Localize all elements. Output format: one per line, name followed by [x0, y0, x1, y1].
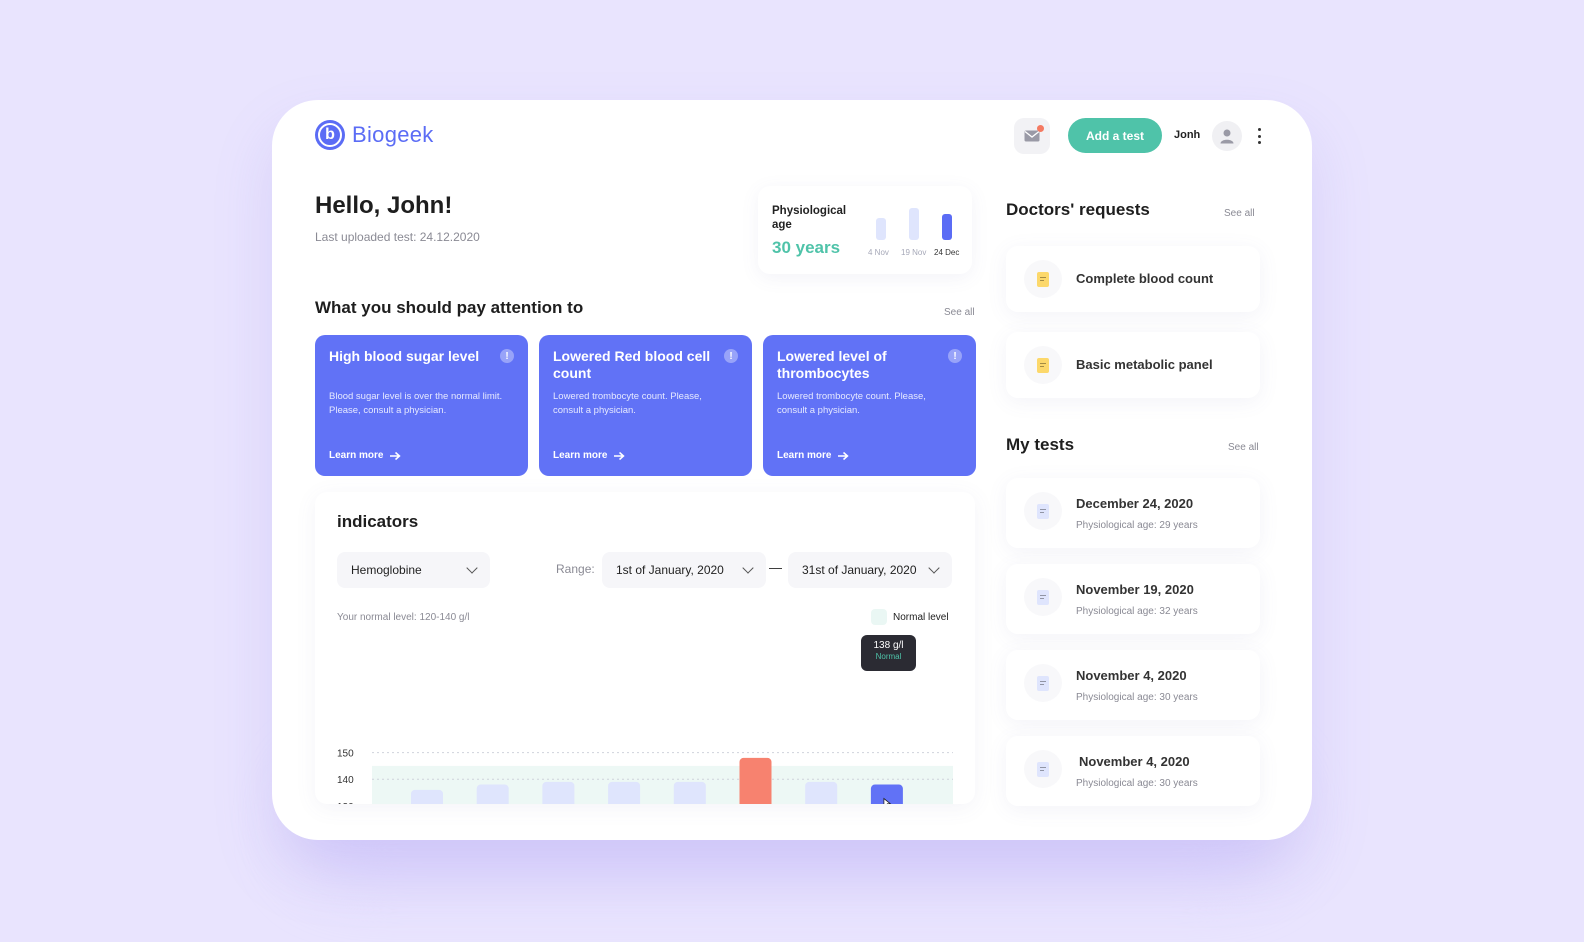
test-item[interactable]: December 24, 2020 Physiological age: 29 … [1006, 478, 1260, 548]
alert-card[interactable]: Lowered Red blood cell count ! Lowered t… [539, 335, 752, 476]
chart-bar[interactable] [805, 781, 838, 804]
document-icon [1024, 492, 1062, 530]
alert-title: Lowered Red blood cell count [553, 348, 711, 381]
last-uploaded-text: Last uploaded test: 24.12.2020 [315, 230, 480, 244]
request-item[interactable]: Complete blood count [1006, 246, 1260, 312]
phys-age-bar-label: 4 Nov [868, 248, 889, 257]
my-tests-see-all-link[interactable]: See all [1228, 442, 1259, 453]
mail-icon [1024, 130, 1040, 142]
test-date: November 4, 2020 [1079, 754, 1190, 769]
alert-title: High blood sugar level [329, 348, 480, 364]
brand-name: Biogeek [352, 122, 434, 147]
requests-see-all-link[interactable]: See all [1224, 208, 1255, 219]
physiological-age-label: Physiological age [772, 205, 847, 231]
alert-description: Blood sugar level is over the normal lim… [329, 391, 503, 416]
arrow-right-icon [838, 451, 850, 460]
learn-more-label: Learn more [553, 450, 608, 461]
tooltip-value: 138 g/l [873, 640, 904, 651]
normal-level-band [372, 765, 953, 804]
chart-bar[interactable] [739, 757, 772, 804]
arrow-right-icon [390, 451, 402, 460]
user-name[interactable]: Jonh [1174, 129, 1200, 141]
add-test-button[interactable]: Add a test [1068, 118, 1162, 153]
dashboard-card: b Biogeek Add a test Jonh Hello, John! L… [272, 100, 1312, 840]
arrow-right-icon [614, 451, 626, 460]
requests-title: Doctors' requests [1006, 200, 1150, 219]
alert-title: Lowered level of thrombocytes [777, 348, 887, 381]
phys-age-bar [942, 214, 952, 240]
test-physiological-age: Physiological age: 32 years [1076, 606, 1198, 617]
test-date: November 4, 2020 [1076, 668, 1187, 683]
alert-description: Lowered trombocyte count. Please, consul… [777, 391, 926, 416]
messages-button[interactable] [1014, 118, 1050, 154]
learn-more-label: Learn more [777, 450, 832, 461]
logo-letter: b [318, 123, 342, 147]
test-physiological-age: Physiological age: 29 years [1076, 520, 1198, 531]
test-item[interactable]: November 19, 2020 Physiological age: 32 … [1006, 564, 1260, 634]
document-icon [1024, 346, 1062, 384]
test-physiological-age: Physiological age: 30 years [1076, 692, 1198, 703]
physiological-age-card[interactable]: Physiological age 30 years 4 Nov 19 Nov 24… [758, 186, 972, 274]
info-icon[interactable]: ! [724, 349, 738, 363]
brand-logo[interactable]: b Biogeek [315, 120, 434, 150]
document-icon [1024, 578, 1062, 616]
document-icon [1024, 260, 1062, 298]
chart-bar[interactable] [411, 789, 443, 804]
test-physiological-age: Physiological age: 30 years [1076, 778, 1198, 789]
request-label: Basic metabolic panel [1076, 357, 1213, 372]
y-tick-label: 140 [337, 775, 354, 786]
physiological-age-value: 30 years [772, 238, 841, 257]
phys-age-bar [876, 218, 886, 240]
info-icon[interactable]: ! [500, 349, 514, 363]
test-item[interactable]: November 4, 2020 Physiological age: 30 y… [1006, 650, 1260, 720]
chart-bar[interactable] [608, 781, 641, 804]
indicators-card: indicators Hemoglobine Range: 1st of Jan… [315, 492, 975, 804]
y-tick-label: 150 [337, 749, 354, 760]
learn-more-link[interactable]: Learn more [777, 450, 850, 461]
info-icon[interactable]: ! [948, 349, 962, 363]
attention-see-all-link[interactable]: See all [944, 307, 975, 318]
bar-tooltip: 138 g/l Normal [861, 635, 916, 671]
notification-dot [1037, 125, 1044, 132]
test-item[interactable]: November 4, 2020 Physiological age: 30 y… [1006, 736, 1260, 806]
chart-bar[interactable] [673, 781, 706, 804]
more-menu-icon[interactable] [1252, 127, 1266, 145]
my-tests-title: My tests [1006, 435, 1075, 454]
logo-icon: b [315, 120, 345, 150]
request-label: Complete blood count [1076, 271, 1214, 286]
chart-bar[interactable] [476, 784, 509, 804]
phys-age-bar-label: 19 Nov [901, 248, 927, 257]
learn-more-label: Learn more [329, 450, 384, 461]
attention-title: What you should pay attention to [315, 298, 584, 317]
user-icon [1220, 129, 1234, 143]
request-item[interactable]: Basic metabolic panel [1006, 332, 1260, 398]
learn-more-link[interactable]: Learn more [553, 450, 626, 461]
alert-card[interactable]: High blood sugar level ! Blood sugar lev… [315, 335, 528, 476]
phys-age-bar-label: 24 Dec [934, 248, 960, 257]
phys-age-bar [909, 208, 919, 240]
avatar[interactable] [1212, 121, 1242, 151]
alert-card[interactable]: Lowered level of thrombocytes ! Lowered … [763, 335, 976, 476]
test-date: November 19, 2020 [1076, 582, 1194, 597]
test-date: December 24, 2020 [1076, 496, 1194, 511]
page-title: Hello, John! [315, 192, 453, 219]
tooltip-status: Normal [875, 652, 902, 661]
chart-bar[interactable] [542, 781, 575, 804]
alert-description: Lowered trombocyte count. Please, consul… [553, 391, 702, 416]
y-tick-label: 130 [337, 802, 354, 804]
document-icon [1024, 664, 1062, 702]
document-icon [1024, 750, 1062, 788]
learn-more-link[interactable]: Learn more [329, 450, 402, 461]
